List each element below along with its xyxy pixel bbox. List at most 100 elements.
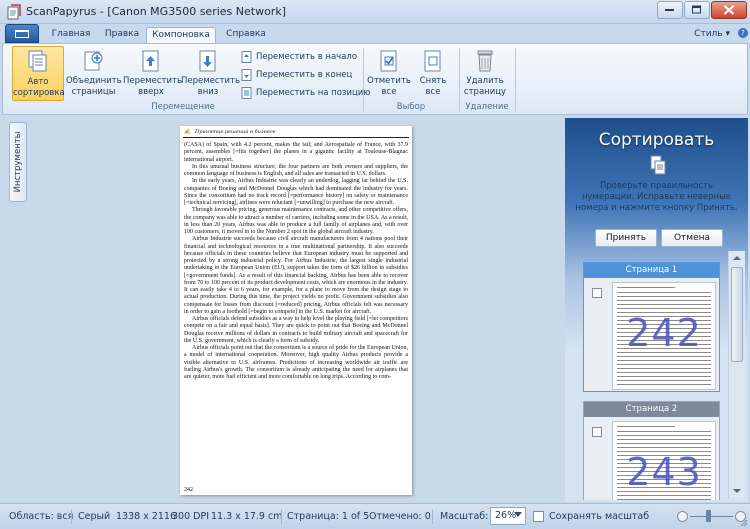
page-thumbnail-list[interactable]: Страница 1 242 Страница 2 243 xyxy=(583,260,720,500)
maximize-button[interactable] xyxy=(684,1,710,19)
thumbnail-page-number[interactable]: 242 xyxy=(612,311,716,355)
status-page: Страница: 1 of 5 xyxy=(287,511,370,522)
ribbon-separator xyxy=(363,48,364,112)
application-menu-button[interactable] xyxy=(5,24,39,43)
combine-pages-button[interactable]: Объединить страницы xyxy=(66,46,122,101)
zoom-slider-track[interactable] xyxy=(690,516,733,517)
move-down-label: Переместить вниз xyxy=(181,76,240,97)
paragraph: Airbus officials point out that the cons… xyxy=(184,345,408,380)
zoom-out-button[interactable] xyxy=(677,511,688,522)
page-number: 242 xyxy=(184,487,193,493)
window-title: ScanPapyrus - [Canon MG3500 series Netwo… xyxy=(26,5,286,18)
zoom-value: 26% xyxy=(495,510,517,521)
keep-zoom-label: Сохранять масштаб xyxy=(549,511,650,522)
paragraph: In this unusual business structure, the … xyxy=(184,163,408,177)
page-header: ✍ Принятие решений в бизнесе xyxy=(184,129,276,135)
move-to-end-icon xyxy=(241,69,252,81)
tab-edit[interactable]: Правка xyxy=(100,27,144,44)
zoom-label: Масштаб: xyxy=(440,511,489,522)
move-up-label: Переместить вверх xyxy=(123,76,182,97)
cancel-button[interactable]: Отмена xyxy=(661,229,723,247)
tools-side-tab[interactable]: Инструменты xyxy=(9,122,27,202)
delete-page-label: Удалить страницу xyxy=(463,76,507,97)
status-marked: Отмечено: 0 xyxy=(369,511,431,522)
status-color-mode: Серый xyxy=(78,511,111,522)
thumbnail-title: Страница 2 xyxy=(584,402,719,417)
close-button[interactable] xyxy=(711,1,747,19)
tools-side-tab-label: Инструменты xyxy=(13,131,23,193)
page-thumbnail[interactable]: Страница 1 242 xyxy=(583,262,720,392)
document-page[interactable]: ✍ Принятие решений в бизнесе (CASA) of S… xyxy=(180,126,412,495)
page-header-rule xyxy=(183,137,409,138)
scrollbar-thumb[interactable] xyxy=(731,267,743,362)
sort-pages-icon xyxy=(650,155,666,175)
thumbnail-scrollbar[interactable] xyxy=(728,251,745,498)
status-bar: Область: вся Серый 1338 x 2116 300 DPI 1… xyxy=(0,503,750,529)
ribbon-panel: Авто сортировка Объединить страницы Пере… xyxy=(2,43,748,115)
close-icon xyxy=(723,5,735,15)
status-area: Область: вся xyxy=(9,511,74,522)
deselect-all-icon xyxy=(424,50,441,72)
paragraph: (CASA) of Spain, with 4.2 percent, makes… xyxy=(184,142,408,163)
deselect-all-button[interactable]: Снять все xyxy=(413,46,453,101)
page-body-text: (CASA) of Spain, with 4.2 percent, makes… xyxy=(184,142,408,381)
scroll-down-icon[interactable] xyxy=(729,484,745,498)
move-to-end-label: Переместить в конец xyxy=(256,70,353,80)
move-to-position-icon xyxy=(241,87,252,99)
minimize-button[interactable] xyxy=(657,1,683,19)
sort-panel-title: Сортировать xyxy=(598,130,715,150)
page-header-text: Принятие решений в бизнесе xyxy=(195,129,276,135)
keep-zoom-checkbox[interactable] xyxy=(533,511,544,522)
chevron-down-icon[interactable] xyxy=(514,512,522,518)
move-up-button[interactable]: Переместить вверх xyxy=(123,46,182,101)
move-to-start-label: Переместить в начало xyxy=(256,52,358,62)
delete-page-button[interactable]: Удалить страницу xyxy=(461,46,509,101)
paragraph: Airbus Industrie succeeds because civil … xyxy=(184,236,408,315)
paragraph: Airbus officials defend subsidies as a w… xyxy=(184,316,408,344)
minimize-icon xyxy=(665,9,674,11)
tab-home[interactable]: Главная xyxy=(46,27,96,44)
app-icon xyxy=(7,4,21,20)
style-menu[interactable]: Стиль ▾ xyxy=(694,29,730,39)
move-up-icon xyxy=(142,50,159,72)
select-all-button[interactable]: Отметить все xyxy=(367,46,411,101)
tab-help[interactable]: Справка xyxy=(222,27,270,44)
paragraph: Through favorable pricing, generous main… xyxy=(184,207,408,235)
status-separator xyxy=(281,509,282,524)
page-thumbnail[interactable]: Страница 2 243 xyxy=(583,401,720,500)
status-separator xyxy=(432,509,433,524)
maximize-icon xyxy=(692,5,701,14)
group-delete-label: Удаление xyxy=(465,102,509,112)
auto-sort-icon xyxy=(28,50,47,72)
tab-layout[interactable]: Компоновка xyxy=(146,27,216,44)
thumbnail-checkbox[interactable] xyxy=(592,427,602,437)
move-to-start-icon xyxy=(241,51,252,63)
zoom-slider-handle[interactable] xyxy=(706,510,711,522)
resize-grip-icon[interactable] xyxy=(740,519,748,527)
combine-pages-label: Объединить страницы xyxy=(66,76,122,97)
group-move-label: Перемещение xyxy=(151,102,215,112)
paragraph: In the early years, Airbus Industrie was… xyxy=(184,178,408,206)
menu-icon xyxy=(15,30,29,38)
combine-pages-icon xyxy=(84,51,102,71)
move-to-position-label: Переместить на позицию xyxy=(256,88,371,98)
style-menu-label: Стиль xyxy=(694,29,723,39)
auto-sort-label: Авто сортировка xyxy=(13,77,65,98)
ribbon-separator xyxy=(459,48,460,112)
status-size-px: 1338 x 2116 xyxy=(116,511,177,522)
sort-instructions: Проверьте правильность нумерации. Исправ… xyxy=(575,181,738,213)
group-select-label: Выбор xyxy=(396,102,426,112)
move-down-button[interactable]: Переместить вниз xyxy=(181,46,240,101)
trash-icon xyxy=(477,50,493,72)
scroll-up-icon[interactable] xyxy=(729,251,745,265)
ribbon-separator xyxy=(515,48,516,112)
status-dpi: 300 DPI xyxy=(172,511,209,522)
accept-button[interactable]: Принять xyxy=(595,229,657,247)
select-all-label: Отметить все xyxy=(367,76,411,97)
thumbnail-page-number[interactable]: 243 xyxy=(612,450,716,494)
move-down-icon xyxy=(199,50,216,72)
help-icon[interactable]: ? xyxy=(738,28,748,38)
auto-sort-button[interactable]: Авто сортировка xyxy=(12,46,65,101)
thumbnail-checkbox[interactable] xyxy=(592,288,602,298)
select-all-icon xyxy=(380,50,397,72)
